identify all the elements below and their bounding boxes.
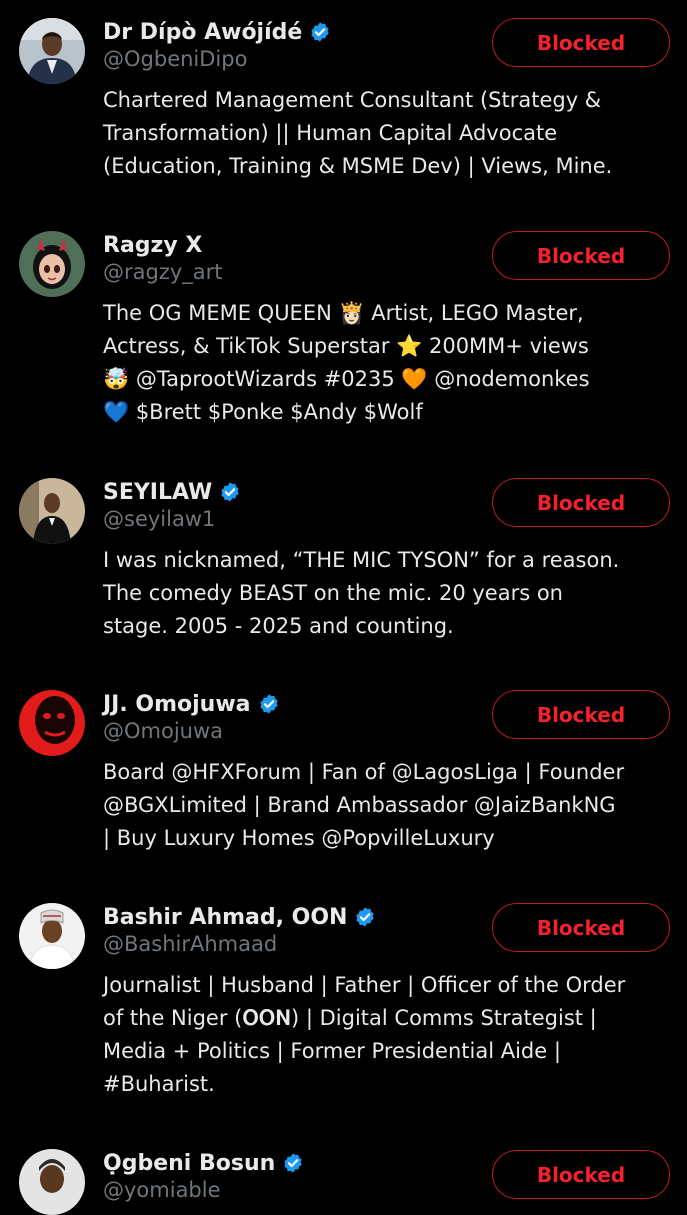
verified-badge-icon (221, 482, 239, 502)
handle[interactable]: @seyilaw1 (103, 507, 215, 531)
avatar[interactable] (19, 231, 85, 297)
bio: Board @HFXForum | Fan of @LagosLiga | Fo… (103, 760, 625, 850)
name-line: Ragzy X (103, 228, 202, 262)
blocked-button[interactable]: Blocked (492, 18, 670, 67)
bio: Chartered Management Consultant (Strateg… (103, 88, 613, 178)
verified-badge-icon (284, 1153, 302, 1173)
avatar[interactable] (19, 18, 85, 84)
avatar[interactable] (19, 478, 85, 544)
display-name[interactable]: JJ. Omojuwa (103, 692, 251, 717)
bio: Journalist | Husband | Father | Officer … (103, 973, 626, 1096)
handle[interactable]: @BashirAhmaad (103, 932, 277, 956)
handle[interactable]: @ragzy_art (103, 260, 223, 284)
name-line: Dr Dípò Awójídé (103, 15, 331, 49)
display-name[interactable]: Bashir Ahmad, OON (103, 905, 347, 930)
blocked-button[interactable]: Blocked (492, 231, 670, 280)
blocked-button[interactable]: Blocked (492, 903, 670, 952)
handle[interactable]: @OgbeniDipo (103, 47, 247, 71)
display-name[interactable]: Ragzy X (103, 233, 202, 258)
verified-badge-icon (311, 22, 329, 42)
display-name[interactable]: SEYILAW (103, 480, 212, 505)
avatar[interactable] (19, 1149, 85, 1215)
name-line: SEYILAW (103, 475, 241, 509)
verified-badge-icon (356, 907, 375, 927)
blocked-button[interactable]: Blocked (492, 690, 670, 739)
display-name[interactable]: Ọgbeni Bosun (103, 1151, 275, 1176)
verified-badge-icon (259, 694, 278, 714)
handle[interactable]: @yomiable (103, 1178, 221, 1202)
blocked-button[interactable]: Blocked (492, 1150, 670, 1199)
bio: I was nicknamed, “THE MIC TYSON” for a r… (103, 548, 620, 638)
avatar[interactable] (19, 690, 85, 756)
avatar[interactable] (19, 903, 85, 969)
handle[interactable]: @Omojuwa (103, 719, 223, 743)
name-line: Bashir Ahmad, OON (103, 900, 376, 934)
display-name[interactable]: Dr Dípò Awójídé (103, 20, 302, 45)
blocked-button[interactable]: Blocked (492, 478, 670, 527)
bio: The OG MEME QUEEN 👸🏻 Artist, LEGO Master… (103, 301, 590, 424)
name-line: Ọgbeni Bosun (103, 1146, 304, 1180)
name-line: JJ. Omojuwa (103, 687, 280, 721)
